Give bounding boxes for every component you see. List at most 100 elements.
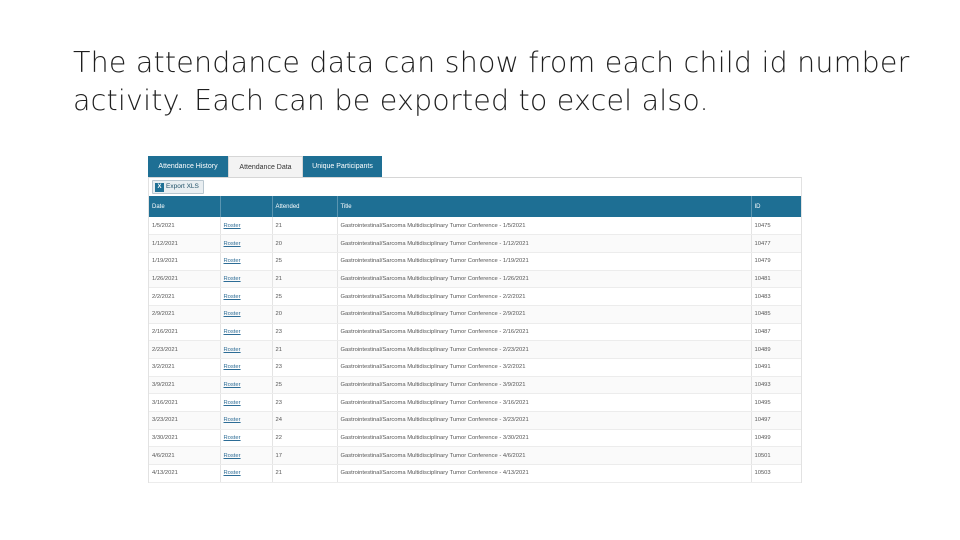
slide-title: The attendance data can show from each c… — [73, 46, 910, 117]
table-row: 4/6/2021 Roster 17 Gastrointestinal/Sarcoma… — [149, 446, 801, 466]
cell-title: Gastrointestinal/Sarcoma Multidisciplina… — [337, 376, 752, 395]
cell-title: Gastrointestinal/Sarcoma Multidisciplina… — [337, 446, 752, 466]
export-xls-label: Export XLS — [166, 183, 199, 190]
cell-title: Gastrointestinal/Sarcoma Multidisciplina… — [337, 305, 752, 324]
column-header-roster — [220, 196, 273, 217]
tab-bar: Attendance History Attendance Data Uniqu… — [148, 156, 382, 177]
cell-attended: 17 — [272, 446, 338, 466]
cell-attended: 21 — [272, 270, 338, 289]
roster-link[interactable]: Roster — [220, 376, 273, 395]
cell-date: 4/6/2021 — [149, 446, 221, 466]
cell-date: 3/16/2021 — [149, 393, 221, 413]
table-row: 1/5/2021 Roster 21 Gastrointestinal/Sarcoma… — [149, 217, 801, 236]
roster-link[interactable]: Roster — [220, 411, 273, 430]
cell-date: 4/13/2021 — [149, 464, 221, 483]
excel-icon: X — [155, 182, 164, 192]
cell-title: Gastrointestinal/Sarcoma Multidisciplina… — [337, 217, 752, 236]
cell-id: 10497 — [751, 411, 801, 430]
cell-title: Gastrointestinal/Sarcoma Multidisciplina… — [337, 358, 752, 377]
cell-date: 3/2/2021 — [149, 358, 221, 377]
cell-attended: 23 — [272, 393, 338, 413]
cell-id: 10481 — [751, 270, 801, 289]
cell-id: 10475 — [751, 217, 801, 236]
roster-link[interactable]: Roster — [220, 429, 273, 448]
table-header-row: Date Attended Title ID — [149, 196, 801, 217]
table-row: 2/9/2021 Roster 20 Gastrointestinal/Sarcoma… — [149, 305, 801, 324]
table-row: 1/19/2021 Roster 25 Gastrointestinal/Sarcom… — [149, 252, 801, 271]
table-row: 2/2/2021 Roster 25 Gastrointestinal/Sarcoma… — [149, 287, 801, 306]
attendance-widget: Attendance History Attendance Data Uniqu… — [148, 156, 802, 483]
column-header-title[interactable]: Title — [337, 196, 752, 217]
table-row: 2/23/2021 Roster 21 Gastrointestinal/Sarcom… — [149, 340, 801, 359]
cell-title: Gastrointestinal/Sarcoma Multidisciplina… — [337, 464, 752, 483]
cell-date: 2/23/2021 — [149, 340, 221, 359]
roster-link[interactable]: Roster — [220, 234, 273, 253]
tab-unique-participants[interactable]: Unique Participants — [303, 156, 382, 177]
cell-id: 10499 — [751, 429, 801, 448]
cell-date: 2/9/2021 — [149, 305, 221, 324]
column-header-date[interactable]: Date — [149, 196, 221, 217]
cell-attended: 23 — [272, 358, 338, 377]
cell-id: 10503 — [751, 464, 801, 483]
cell-id: 10495 — [751, 393, 801, 413]
cell-attended: 21 — [272, 217, 338, 236]
roster-link[interactable]: Roster — [220, 393, 273, 413]
cell-title: Gastrointestinal/Sarcoma Multidisciplina… — [337, 340, 752, 359]
table-row: 4/13/2021 Roster 21 Gastrointestinal/Sarcom… — [149, 464, 801, 483]
roster-link[interactable]: Roster — [220, 446, 273, 466]
cell-id: 10489 — [751, 340, 801, 359]
roster-link[interactable]: Roster — [220, 464, 273, 483]
cell-title: Gastrointestinal/Sarcoma Multidisciplina… — [337, 393, 752, 413]
export-xls-button[interactable]: X Export XLS — [152, 180, 204, 194]
cell-date: 1/5/2021 — [149, 217, 221, 236]
cell-date: 1/26/2021 — [149, 270, 221, 289]
cell-attended: 24 — [272, 411, 338, 430]
table-row: 2/16/2021 Roster 23 Gastrointestinal/Sarcom… — [149, 323, 801, 342]
cell-id: 10487 — [751, 323, 801, 342]
cell-attended: 21 — [272, 464, 338, 483]
cell-title: Gastrointestinal/Sarcoma Multidisciplina… — [337, 252, 752, 271]
roster-link[interactable]: Roster — [220, 323, 273, 342]
cell-id: 10483 — [751, 287, 801, 306]
cell-id: 10477 — [751, 234, 801, 253]
cell-title: Gastrointestinal/Sarcoma Multidisciplina… — [337, 411, 752, 430]
roster-link[interactable]: Roster — [220, 340, 273, 359]
column-header-attended[interactable]: Attended — [272, 196, 338, 217]
tab-attendance-data[interactable]: Attendance Data — [228, 156, 303, 177]
cell-attended: 25 — [272, 376, 338, 395]
cell-id: 10493 — [751, 376, 801, 395]
cell-id: 10501 — [751, 446, 801, 466]
cell-attended: 22 — [272, 429, 338, 448]
cell-title: Gastrointestinal/Sarcoma Multidisciplina… — [337, 287, 752, 306]
cell-date: 1/12/2021 — [149, 234, 221, 253]
table-row: 3/23/2021 Roster 24 Gastrointestinal/Sarcom… — [149, 411, 801, 430]
cell-id: 10485 — [751, 305, 801, 324]
attendance-data-panel: X Export XLS Date Attended Title ID 1/5/… — [148, 177, 802, 483]
table-row: 1/26/2021 Roster 21 Gastrointestinal/Sarcom… — [149, 270, 801, 289]
roster-link[interactable]: Roster — [220, 358, 273, 377]
column-header-id[interactable]: ID — [751, 196, 801, 217]
cell-date: 2/2/2021 — [149, 287, 221, 306]
roster-link[interactable]: Roster — [220, 305, 273, 324]
cell-date: 3/30/2021 — [149, 429, 221, 448]
cell-date: 2/16/2021 — [149, 323, 221, 342]
attendance-table: Date Attended Title ID 1/5/2021 Roster 21 G… — [149, 196, 801, 483]
table-row: 3/2/2021 Roster 23 Gastrointestinal/Sarcoma… — [149, 358, 801, 377]
cell-id: 10479 — [751, 252, 801, 271]
cell-title: Gastrointestinal/Sarcoma Multidisciplina… — [337, 323, 752, 342]
cell-attended: 23 — [272, 323, 338, 342]
roster-link[interactable]: Roster — [220, 252, 273, 271]
cell-title: Gastrointestinal/Sarcoma Multidisciplina… — [337, 270, 752, 289]
cell-date: 1/19/2021 — [149, 252, 221, 271]
tab-attendance-history[interactable]: Attendance History — [148, 156, 228, 177]
cell-attended: 21 — [272, 340, 338, 359]
cell-attended: 25 — [272, 252, 338, 271]
cell-title: Gastrointestinal/Sarcoma Multidisciplina… — [337, 429, 752, 448]
roster-link[interactable]: Roster — [220, 217, 273, 236]
table-row: 3/16/2021 Roster 23 Gastrointestinal/Sarcom… — [149, 393, 801, 413]
roster-link[interactable]: Roster — [220, 270, 273, 289]
roster-link[interactable]: Roster — [220, 287, 273, 306]
table-row: 1/12/2021 Roster 20 Gastrointestinal/Sarcom… — [149, 234, 801, 253]
table-row: 3/9/2021 Roster 25 Gastrointestinal/Sarcoma… — [149, 376, 801, 395]
cell-date: 3/23/2021 — [149, 411, 221, 430]
